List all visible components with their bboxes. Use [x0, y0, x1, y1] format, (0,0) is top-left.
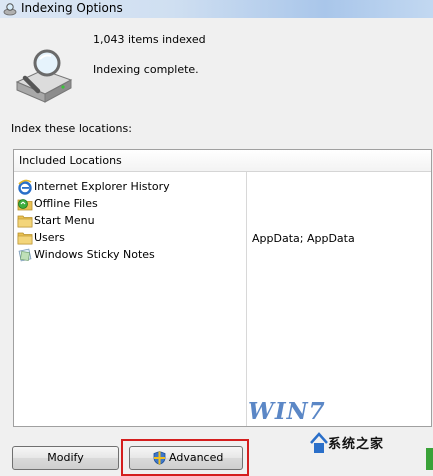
location-label: Users	[34, 231, 65, 244]
indexing-options-icon	[3, 3, 17, 16]
watermark-house-icon	[310, 432, 328, 453]
title-bar: Indexing Options	[0, 0, 433, 18]
included-locations-header-label: Included Locations	[19, 154, 122, 167]
folder-icon	[17, 215, 33, 228]
location-label: Offline Files	[34, 197, 98, 210]
items-indexed-count: 1,043 items indexed	[93, 33, 206, 46]
indexing-status: Indexing complete.	[93, 63, 199, 76]
internet-explorer-icon	[18, 179, 32, 195]
folder-icon	[17, 232, 33, 245]
location-label: Start Menu	[34, 214, 95, 227]
sticky-notes-icon	[18, 248, 32, 262]
location-label: Windows Sticky Notes	[34, 248, 155, 261]
location-item-internet-explorer-history[interactable]: Internet Explorer History	[17, 179, 245, 195]
column-divider	[246, 172, 247, 426]
location-item-offline-files[interactable]: Offline Files	[17, 196, 245, 212]
offline-files-icon	[17, 199, 33, 211]
users-exclusions: AppData; AppData	[252, 232, 355, 245]
watermark-site: 系统之家	[328, 437, 385, 452]
included-locations-header[interactable]: Included Locations	[14, 150, 431, 172]
partial-edge-element	[426, 448, 433, 470]
watermark-brand: WIN7	[248, 398, 326, 425]
indexing-drive-icon	[15, 49, 73, 103]
location-item-windows-sticky-notes[interactable]: Windows Sticky Notes	[17, 247, 245, 263]
locations-list[interactable]: Included Locations Internet Explorer His…	[13, 149, 432, 427]
indexing-options-body: 1,043 items indexed Indexing complete. I…	[0, 18, 433, 476]
location-label: Internet Explorer History	[34, 180, 170, 193]
location-item-start-menu[interactable]: Start Menu	[17, 213, 245, 229]
modify-button[interactable]: Modify	[12, 446, 119, 470]
index-locations-label: Index these locations:	[11, 122, 132, 135]
window-title: Indexing Options	[21, 1, 123, 15]
location-item-users[interactable]: Users	[17, 230, 245, 246]
